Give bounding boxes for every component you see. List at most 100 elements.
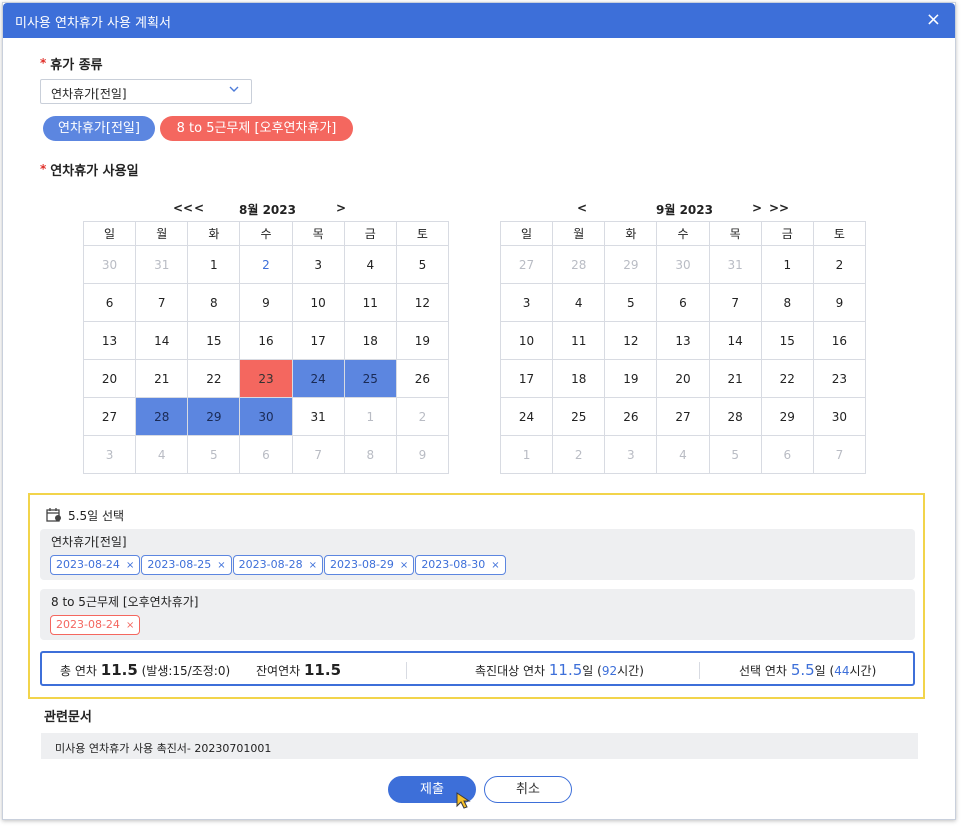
day-cell[interactable]: 17 (291, 321, 345, 360)
day-cell[interactable]: 27 (499, 245, 554, 284)
close-icon[interactable]: × (926, 9, 941, 31)
day-cell[interactable]: 5 (395, 245, 450, 284)
day-cell[interactable]: 16 (239, 321, 293, 360)
day-cell[interactable]: 1 (760, 245, 814, 284)
day-cell[interactable]: 2 (812, 245, 867, 284)
day-cell[interactable]: 2 (239, 245, 293, 284)
day-cell[interactable]: 31 (708, 245, 762, 284)
day-cell[interactable]: 11 (552, 321, 606, 360)
day-cell[interactable]: 12 (604, 321, 658, 360)
day-cell[interactable]: 28 (708, 397, 762, 436)
chip-afternoon-half-day[interactable]: 8 to 5근무제 [오후연차휴가] (160, 116, 353, 141)
day-cell[interactable]: 6 (239, 435, 293, 474)
day-cell[interactable]: 19 (395, 321, 450, 360)
chip-full-day[interactable]: 연차휴가[전일] (43, 116, 155, 141)
day-cell[interactable]: 15 (187, 321, 241, 360)
day-cell[interactable]: 27 (656, 397, 710, 436)
day-cell[interactable]: 13 (656, 321, 710, 360)
day-cell[interactable]: 28 (135, 397, 189, 436)
day-cell[interactable]: 1 (343, 397, 397, 436)
day-cell[interactable]: 21 (708, 359, 762, 398)
day-cell[interactable]: 17 (499, 359, 554, 398)
day-cell[interactable]: 2 (552, 435, 606, 474)
day-cell[interactable]: 4 (552, 283, 606, 322)
remove-icon[interactable]: × (217, 560, 225, 571)
day-cell[interactable]: 5 (708, 435, 762, 474)
day-cell[interactable]: 4 (135, 435, 189, 474)
day-cell[interactable]: 30 (656, 245, 710, 284)
day-cell[interactable]: 6 (760, 435, 814, 474)
day-cell[interactable]: 16 (812, 321, 867, 360)
next-year-button[interactable]: >> (769, 201, 789, 215)
day-cell[interactable]: 18 (552, 359, 606, 398)
day-cell[interactable]: 14 (708, 321, 762, 360)
day-cell[interactable]: 30 (812, 397, 867, 436)
remove-icon[interactable]: × (309, 560, 317, 571)
day-cell[interactable]: 6 (82, 283, 137, 322)
day-cell[interactable]: 14 (135, 321, 189, 360)
day-cell[interactable]: 23 (239, 359, 293, 398)
day-cell[interactable]: 29 (187, 397, 241, 436)
day-cell[interactable]: 15 (760, 321, 814, 360)
remove-icon[interactable]: × (126, 620, 134, 631)
day-cell[interactable]: 20 (82, 359, 137, 398)
day-cell[interactable]: 22 (187, 359, 241, 398)
next-month-button-left[interactable]: > (336, 201, 346, 215)
day-cell[interactable]: 22 (760, 359, 814, 398)
day-cell[interactable]: 2 (395, 397, 450, 436)
day-cell[interactable]: 8 (343, 435, 397, 474)
day-cell[interactable]: 9 (812, 283, 867, 322)
cancel-button[interactable]: 취소 (484, 776, 572, 803)
day-cell[interactable]: 7 (291, 435, 345, 474)
prev-month-button[interactable]: < (194, 201, 204, 215)
day-cell[interactable]: 31 (135, 245, 189, 284)
day-cell[interactable]: 27 (82, 397, 137, 436)
day-cell[interactable]: 19 (604, 359, 658, 398)
day-cell[interactable]: 24 (291, 359, 345, 398)
day-cell[interactable]: 30 (239, 397, 293, 436)
day-cell[interactable]: 3 (82, 435, 137, 474)
day-cell[interactable]: 7 (812, 435, 867, 474)
day-cell[interactable]: 25 (343, 359, 397, 398)
remove-icon[interactable]: × (126, 560, 134, 571)
related-document[interactable]: 미사용 연차휴가 사용 촉진서- 20230701001 (41, 733, 918, 759)
day-cell[interactable]: 9 (239, 283, 293, 322)
day-cell[interactable]: 30 (82, 245, 137, 284)
day-cell[interactable]: 26 (604, 397, 658, 436)
day-cell[interactable]: 18 (343, 321, 397, 360)
day-cell[interactable]: 29 (604, 245, 658, 284)
day-cell[interactable]: 23 (812, 359, 867, 398)
day-cell[interactable]: 5 (187, 435, 241, 474)
day-cell[interactable]: 31 (291, 397, 345, 436)
remove-icon[interactable]: × (491, 560, 499, 571)
day-cell[interactable]: 10 (499, 321, 554, 360)
day-cell[interactable]: 21 (135, 359, 189, 398)
day-cell[interactable]: 29 (760, 397, 814, 436)
day-cell[interactable]: 1 (187, 245, 241, 284)
day-cell[interactable]: 13 (82, 321, 137, 360)
day-cell[interactable]: 24 (499, 397, 554, 436)
day-cell[interactable]: 28 (552, 245, 606, 284)
day-cell[interactable]: 25 (552, 397, 606, 436)
remove-icon[interactable]: × (400, 560, 408, 571)
day-cell[interactable]: 5 (604, 283, 658, 322)
day-cell[interactable]: 8 (187, 283, 241, 322)
day-cell[interactable]: 26 (395, 359, 450, 398)
day-cell[interactable]: 12 (395, 283, 450, 322)
day-cell[interactable]: 3 (499, 283, 554, 322)
day-cell[interactable]: 8 (760, 283, 814, 322)
day-cell[interactable]: 10 (291, 283, 345, 322)
day-cell[interactable]: 3 (291, 245, 345, 284)
leave-type-select[interactable]: 연차휴가[전일] (40, 79, 252, 104)
day-cell[interactable]: 3 (604, 435, 658, 474)
day-cell[interactable]: 7 (708, 283, 762, 322)
prev-year-button[interactable]: << (173, 201, 193, 215)
prev-month-button-right[interactable]: < (577, 201, 587, 215)
day-cell[interactable]: 20 (656, 359, 710, 398)
day-cell[interactable]: 9 (395, 435, 450, 474)
day-cell[interactable]: 1 (499, 435, 554, 474)
day-cell[interactable]: 4 (343, 245, 397, 284)
next-month-button[interactable]: > (752, 201, 762, 215)
day-cell[interactable]: 7 (135, 283, 189, 322)
day-cell[interactable]: 11 (343, 283, 397, 322)
